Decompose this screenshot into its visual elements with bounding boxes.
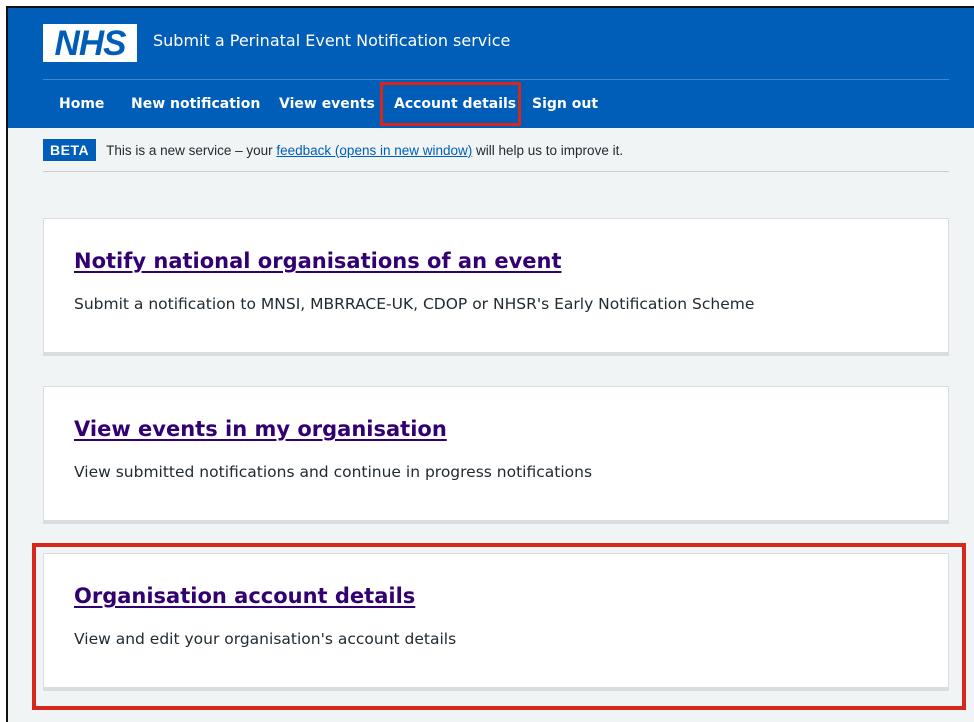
card-title-notify-event[interactable]: Notify national organisations of an even…: [74, 249, 562, 273]
beta-text-after: will help us to improve it.: [472, 142, 624, 158]
feedback-link[interactable]: feedback (opens in new window): [276, 143, 472, 158]
card-notify-event: Notify national organisations of an even…: [43, 218, 949, 356]
nhs-logo-text: NHS: [54, 23, 127, 63]
card-description-notify-event: Submit a notification to MNSI, MBRRACE-U…: [74, 295, 755, 313]
beta-divider: [43, 171, 949, 172]
nav-item-new-notification[interactable]: New notification: [131, 94, 260, 114]
account-details-card-highlight-box: [32, 543, 966, 710]
beta-banner: BETA This is a new service – your feedba…: [43, 138, 623, 162]
beta-text-before: This is a new service – your: [106, 142, 277, 158]
nav-item-home[interactable]: Home: [59, 94, 104, 114]
beta-tag: BETA: [43, 139, 97, 161]
card-description-view-events: View submitted notifications and continu…: [74, 463, 593, 481]
browser-frame: NHS Submit a Perinatal Event Notificatio…: [6, 6, 974, 722]
card-title-view-events[interactable]: View events in my organisation: [74, 417, 447, 441]
service-name[interactable]: Submit a Perinatal Event Notification se…: [153, 29, 510, 53]
beta-message: This is a new service – your feedback (o…: [106, 143, 623, 158]
nav-item-sign-out[interactable]: Sign out: [532, 94, 598, 114]
nav-item-view-events[interactable]: View events: [279, 94, 375, 114]
nhs-logo[interactable]: NHS: [43, 24, 137, 62]
account-details-highlight-box: [380, 82, 521, 126]
card-view-events: View events in my organisation View subm…: [43, 386, 949, 524]
header-divider: [43, 79, 949, 80]
site-header: NHS Submit a Perinatal Event Notificatio…: [8, 8, 974, 128]
